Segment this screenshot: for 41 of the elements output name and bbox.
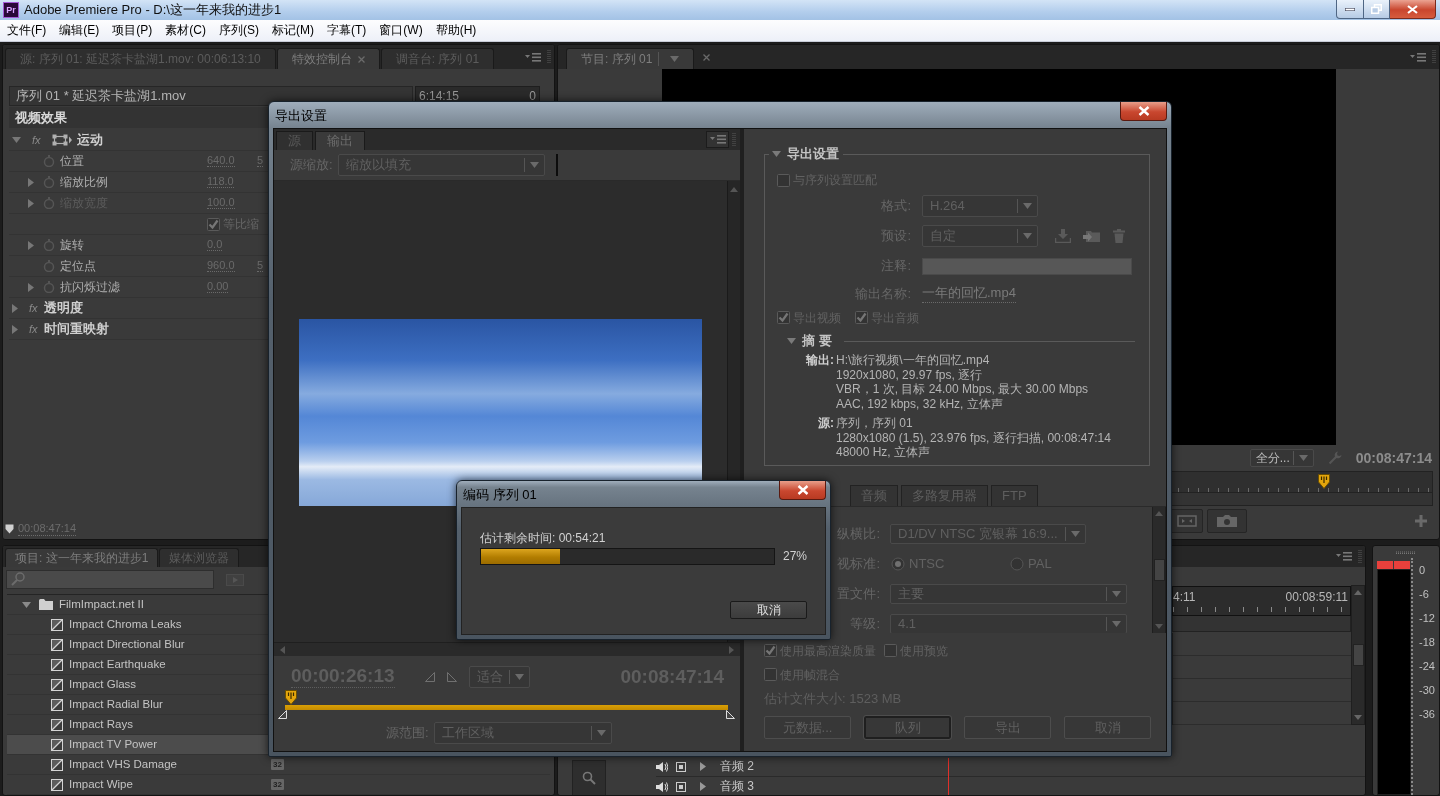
timeline-value: 0 [529, 88, 536, 104]
param-name: 定位点 [60, 258, 97, 274]
summary-line: AAC, 192 kbps, 32 kHz, 立体声 [836, 396, 1004, 411]
param-name: 抗闪烁过滤 [60, 279, 121, 295]
app-logo: Pr [3, 2, 19, 18]
summary-line: 1920x1080, 29.97 fps, 逐行 [836, 367, 984, 382]
remaining-time-text: 估计剩余时间: 00:54:21 [480, 530, 607, 547]
effect-name: 运动 [77, 132, 103, 148]
ruler-time-label: 00:08:59:11 [1285, 590, 1348, 605]
meter-scale-label: -18 [1419, 636, 1435, 650]
section-title: 摘 要 [802, 333, 832, 349]
meter-scale-label: 0 [1419, 564, 1426, 578]
bit-depth-tag: 32 [271, 779, 284, 790]
track-name: 音频 2 [720, 759, 754, 774]
progress-percent: 27% [782, 549, 807, 564]
section-title: 导出设置 [787, 146, 839, 162]
summary-label: 源: [817, 416, 834, 432]
dialog-title: 导出设置 [275, 108, 327, 124]
param-name: 位置 [60, 153, 85, 169]
effect-name: 透明度 [44, 300, 83, 316]
meter-scale-label: -6 [1419, 588, 1429, 602]
effect-name: 时间重映射 [44, 321, 109, 337]
param-name: 缩放比例 [60, 174, 109, 190]
ruler-time-label: 4:11 [1173, 590, 1196, 605]
meter-scale-label: -12 [1419, 612, 1435, 626]
timecode: 6:14:15 [419, 88, 460, 104]
summary-line: VBR，1 次, 目标 24.00 Mbps, 最大 30.00 Mbps [836, 382, 1089, 397]
bit-depth-tag: 32 [271, 759, 284, 770]
clip-header: 序列 01 * 延迟茶卡盐湖1.mov [9, 86, 413, 106]
window-title: Adobe Premiere Pro - D:\这一年来我的进步1 [24, 2, 282, 18]
meter-scale-label: -24 [1419, 660, 1435, 674]
param-name: 旋转 [60, 237, 85, 253]
dialog-title: 编码 序列 01 [463, 487, 537, 503]
summary-line: 1280x1080 (1.5), 23.976 fps, 逐行扫描, 00:08:47:14 [836, 430, 1111, 445]
summary-line: 序列，序列 01 [836, 416, 914, 431]
meter-scale-label: -36 [1419, 708, 1435, 722]
meter-scale-label: -30 [1419, 684, 1435, 698]
summary-line: 48000 Hz, 立体声 [836, 445, 932, 460]
summary-line: H:\旅行视频\一年的回忆.mp4 [836, 353, 991, 368]
summary-label: 输出: [804, 353, 834, 369]
track-name: 音频 3 [720, 779, 754, 794]
